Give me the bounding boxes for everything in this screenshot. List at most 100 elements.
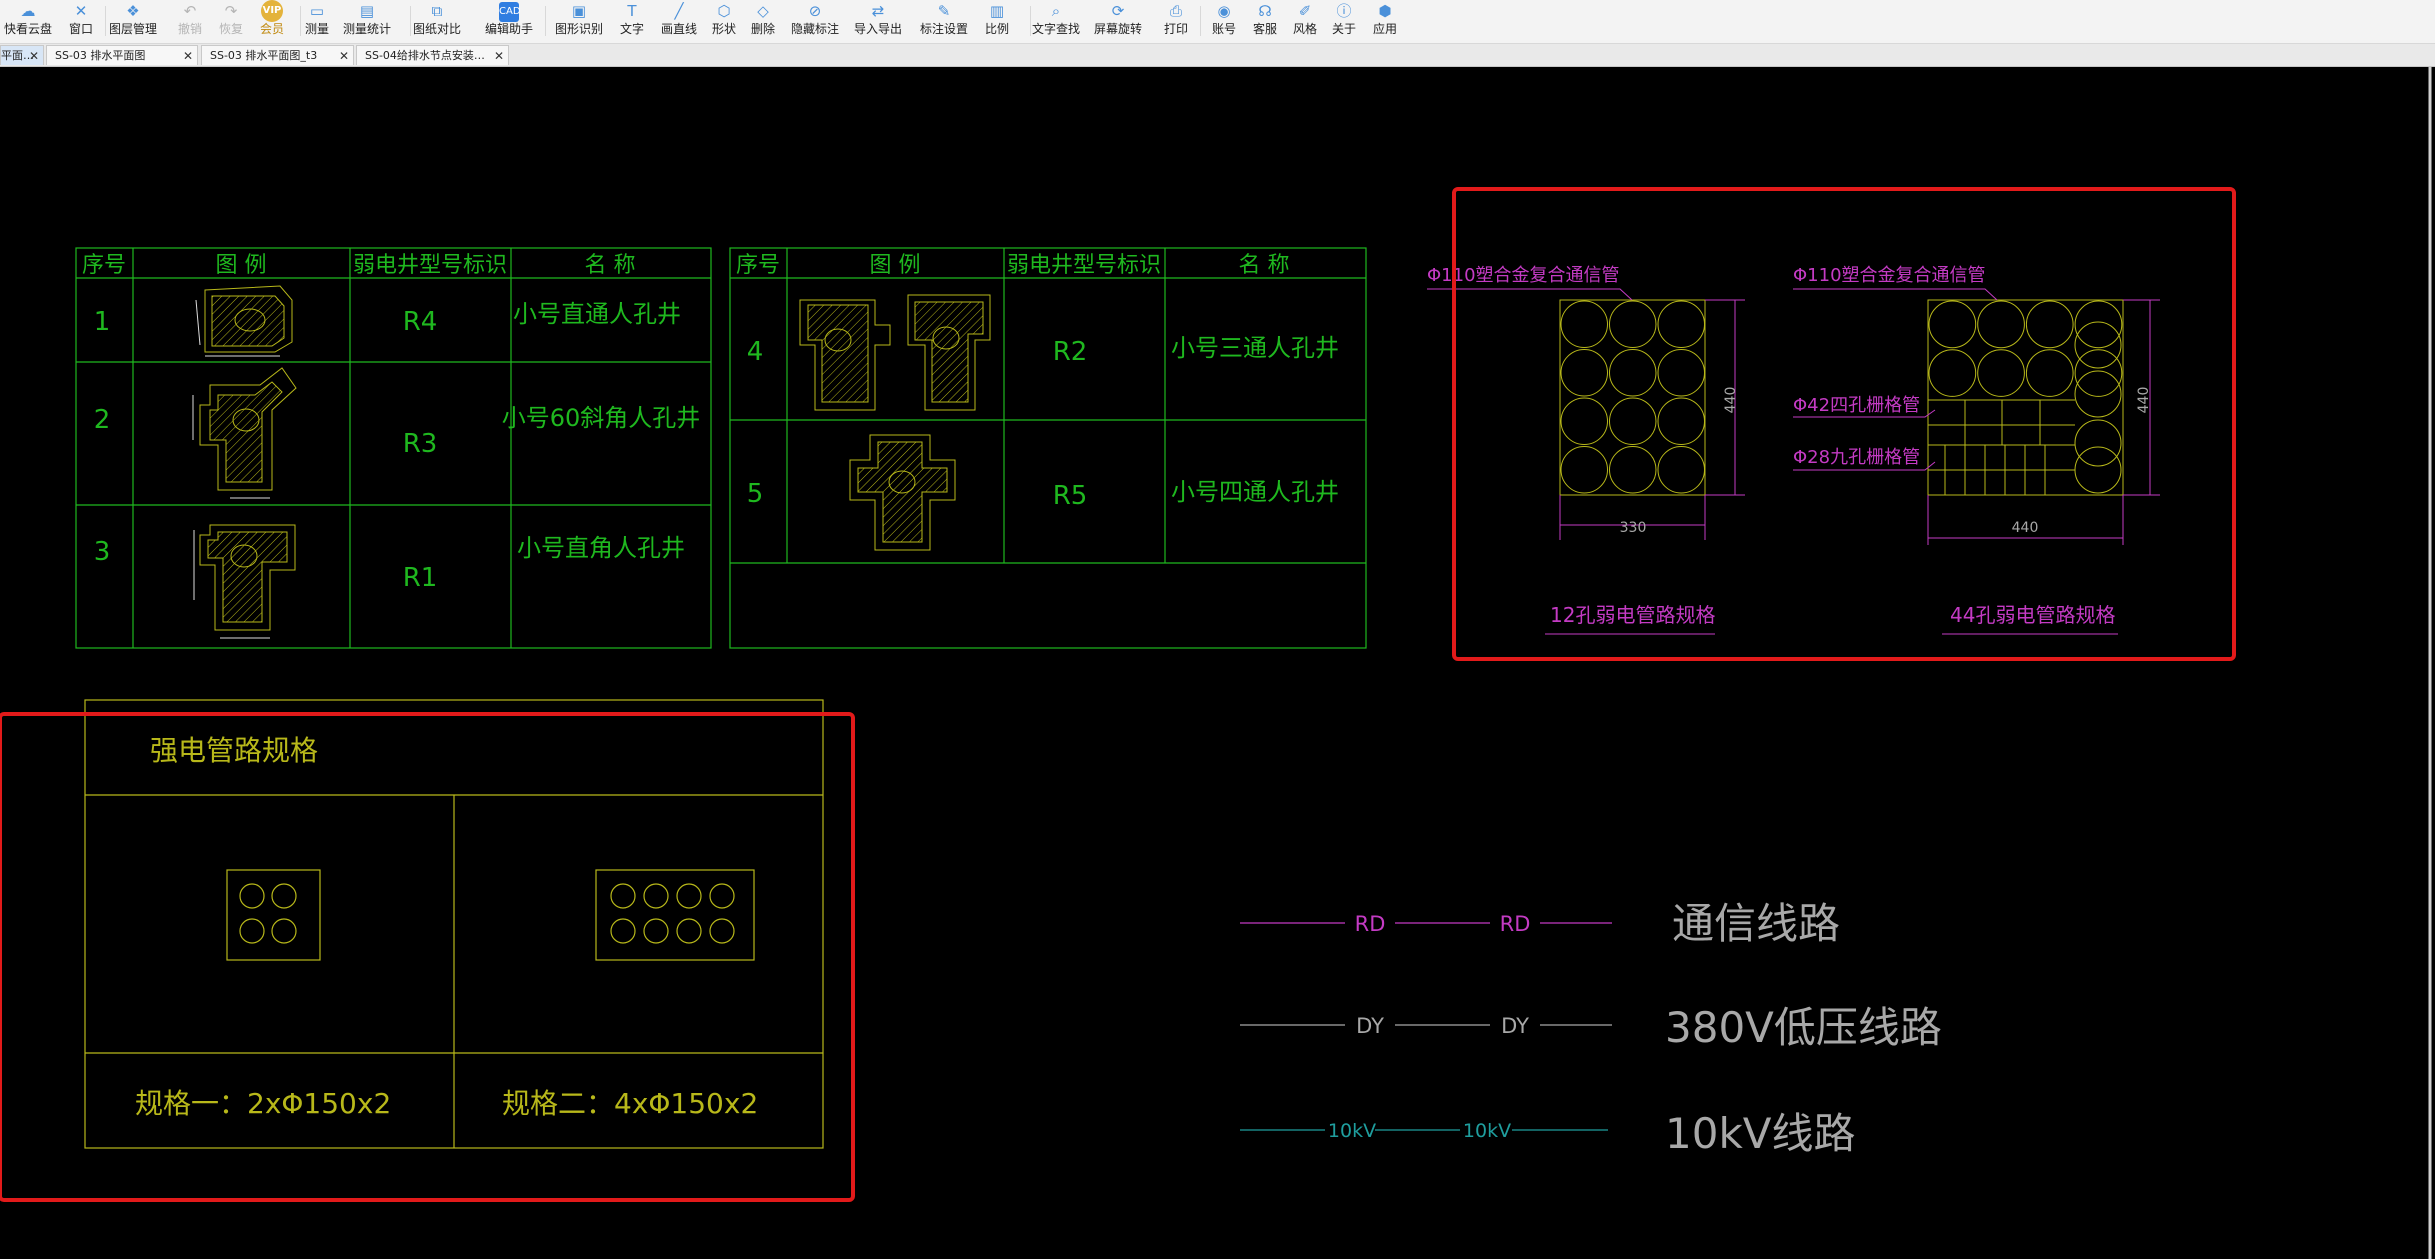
toolbar-button-layers[interactable]: ❖ 图层管理 [103, 0, 163, 43]
toolbar-button-edit-helper[interactable]: CAD 编辑助手 [479, 0, 539, 43]
toolbar-button-label: 屏幕旋转 [1093, 22, 1142, 36]
manhole-symbol-r4 [195, 285, 293, 357]
duct-pipe-circle [2074, 349, 2123, 397]
toolbar-separator [545, 6, 546, 36]
duct-44-caption: 44孔弱电管路规格 [1950, 603, 2115, 627]
close-tab-icon[interactable]: ✕ [183, 46, 193, 65]
duct-pipe-circle [1609, 300, 1657, 348]
duct-12-height-dim: 440 [1723, 387, 1739, 414]
cad-drawing-svg: 序号 图 例 弱电井型号标识 名 称 1 R4 小号直通人孔井 2 R3 小号6… [0, 67, 2432, 1259]
close-tab-icon[interactable]: ✕ [339, 46, 349, 65]
table-right-row-no: 4 [747, 337, 764, 367]
account-icon: ◉ [1217, 2, 1231, 20]
table-left-row-no: 3 [94, 537, 111, 567]
duct-44-pipe-label: Φ110塑合金复合通信管 [1793, 265, 1986, 286]
table-right-row-name: 小号三通人孔井 [1171, 334, 1339, 362]
toolbar-button-label: 画直线 [660, 22, 697, 36]
strong-duct-table [84, 699, 824, 1149]
table-right-header-code: 弱电井型号标识 [1007, 253, 1161, 278]
window-icon: ✕ [74, 2, 88, 20]
duct-pipe-circle [2074, 321, 2122, 369]
table-right-header-name: 名 称 [1239, 253, 1290, 278]
toolbar-button-annotation-settings[interactable]: ✎ 标注设置 [914, 0, 974, 43]
table-right-row-name: 小号四通人孔井 [1171, 478, 1339, 506]
text-icon: T [627, 2, 637, 20]
duct-pipe-circle [2074, 446, 2122, 494]
toolbar-button-import-export[interactable]: ⇄ 导入导出 [848, 0, 908, 43]
toolbar-button-label: 恢复 [218, 22, 243, 36]
line-tag-dy: DY [1356, 1014, 1384, 1038]
line-tag-rd: RD [1355, 912, 1386, 936]
duct-pipe-circle [2025, 349, 2074, 397]
edit-helper-icon: CAD [499, 2, 521, 22]
document-tab-bar: 平面… ✕ SS-03 排水平面图 ✕ SS-03 排水平面图_t3 ✕ SS-04给排水节… [0, 44, 2435, 67]
toolbar-button-label: 应用 [1372, 22, 1397, 36]
cad-drawing-canvas[interactable]: 序号 图 例 弱电井型号标识 名 称 1 R4 小号直通人孔井 2 R3 小号6… [0, 67, 2435, 1259]
toolbar-button-cloud[interactable]: ☁ 快看云盘 [0, 0, 58, 43]
cloud-icon: ☁ [20, 2, 36, 20]
document-tab[interactable]: SS-04给排水节点安装… ✕ [356, 45, 509, 65]
toolbar-button-apps[interactable]: ⬢ 应用 [1355, 0, 1415, 43]
toolbar-button-compare[interactable]: ⧉ 图纸对比 [407, 0, 467, 43]
duct-pipe-circle [1977, 300, 2025, 349]
close-tab-icon[interactable]: ✕ [494, 46, 504, 65]
annotation-settings-icon: ✎ [937, 2, 951, 20]
strong-duct-spec-1: 规格一：2xΦ150x2 [135, 1087, 391, 1120]
duct-pipe-circle [1609, 446, 1657, 494]
table-left-header-code: 弱电井型号标识 [353, 253, 507, 278]
measure-icon: ▭ [309, 2, 325, 20]
duct-pipe-circle [1657, 397, 1705, 445]
table-left-row-no: 1 [94, 307, 111, 337]
headset-icon: ☊ [1258, 2, 1272, 20]
toolbar-button-shape-recognize[interactable]: ▣ 图形识别 [549, 0, 609, 43]
manhole-symbol-r1 [193, 524, 296, 639]
eraser-icon: ◇ [757, 2, 769, 20]
toolbar-button-label: 撤销 [177, 22, 202, 36]
toolbar-button-label: 测量统计 [342, 22, 391, 36]
table-right-row-no: 5 [747, 479, 764, 509]
duct-pipe-circle [1560, 446, 1608, 494]
close-tab-icon[interactable]: ✕ [29, 46, 39, 65]
duct-pipe-circle [2074, 370, 2122, 418]
print-icon: ⎙ [1169, 2, 1182, 20]
line-tag-rd: RD [1500, 912, 1531, 936]
manhole-symbol-r5 [849, 434, 956, 551]
line-tag-10kv: 10kV [1463, 1120, 1511, 1142]
document-tab[interactable]: 平面… ✕ [0, 45, 44, 65]
duct-pipe-circle [1657, 349, 1705, 397]
toolbar-button-scale[interactable]: ▥ 比例 [967, 0, 1027, 43]
shape-recognize-icon: ▣ [571, 2, 587, 20]
toolbar-button-rotate-screen[interactable]: ⟳ 屏幕旋转 [1088, 0, 1148, 43]
duct-spec-12-hole [1427, 288, 1745, 635]
document-tab[interactable]: SS-03 排水平面图 ✕ [46, 45, 198, 65]
toolbar-button-eraser[interactable]: ◇ 删除 [733, 0, 793, 43]
text-search-icon: ⌕ [1051, 2, 1061, 20]
strong-duct-spec-2: 规格二：4xΦ150x2 [502, 1087, 758, 1120]
document-tab-label: SS-04给排水节点安装… [365, 49, 485, 62]
toolbar-button-label: 导入导出 [853, 22, 902, 36]
toolbar-button-hide-annotation[interactable]: ⊘ 隐藏标注 [785, 0, 845, 43]
document-tab-label: SS-03 排水平面图 [55, 49, 146, 62]
manhole-symbol-r3 [192, 367, 297, 499]
document-tab[interactable]: SS-03 排水平面图_t3 ✕ [201, 45, 354, 65]
table-right-header-legend: 图 例 [870, 253, 921, 278]
toolbar-button-label: 账号 [1211, 22, 1236, 36]
compare-icon: ⧉ [431, 2, 443, 20]
line-legend-label-rd: 通信线路 [1672, 899, 1840, 948]
duct-pipe-circle [1609, 397, 1657, 445]
toolbar-button-window[interactable]: ✕ 窗口 [51, 0, 111, 43]
main-toolbar: ☁ 快看云盘 ✕ 窗口 ❖ 图层管理 ↶ 撤销 ↷ 恢复 VIP 会员 ▭ 测量 ▤ 测量统计 ⧉ 图纸对比 CAD… [0, 0, 2435, 44]
toolbar-button-measure-stats[interactable]: ▤ 测量统计 [337, 0, 397, 43]
duct-pipe-circle [1657, 300, 1705, 348]
toolbar-button-text-search[interactable]: ⌕ 文字查找 [1026, 0, 1086, 43]
toolbar-button-label: 删除 [750, 22, 775, 36]
layers-icon: ❖ [126, 2, 140, 20]
table-left-header-name: 名 称 [585, 253, 636, 278]
toolbar-button-label: 图纸对比 [412, 22, 461, 36]
table-left-row-name: 小号直角人孔井 [517, 534, 685, 562]
line-legend-rd: RD RD 通信线路 [1240, 899, 1840, 948]
duct-44-grid9-label: Φ28九孔栅格管 [1793, 447, 1920, 468]
duct-pipe-circle [1928, 349, 1977, 397]
table-right-row-code: R2 [1053, 337, 1088, 367]
redo-icon: ↷ [224, 2, 238, 20]
